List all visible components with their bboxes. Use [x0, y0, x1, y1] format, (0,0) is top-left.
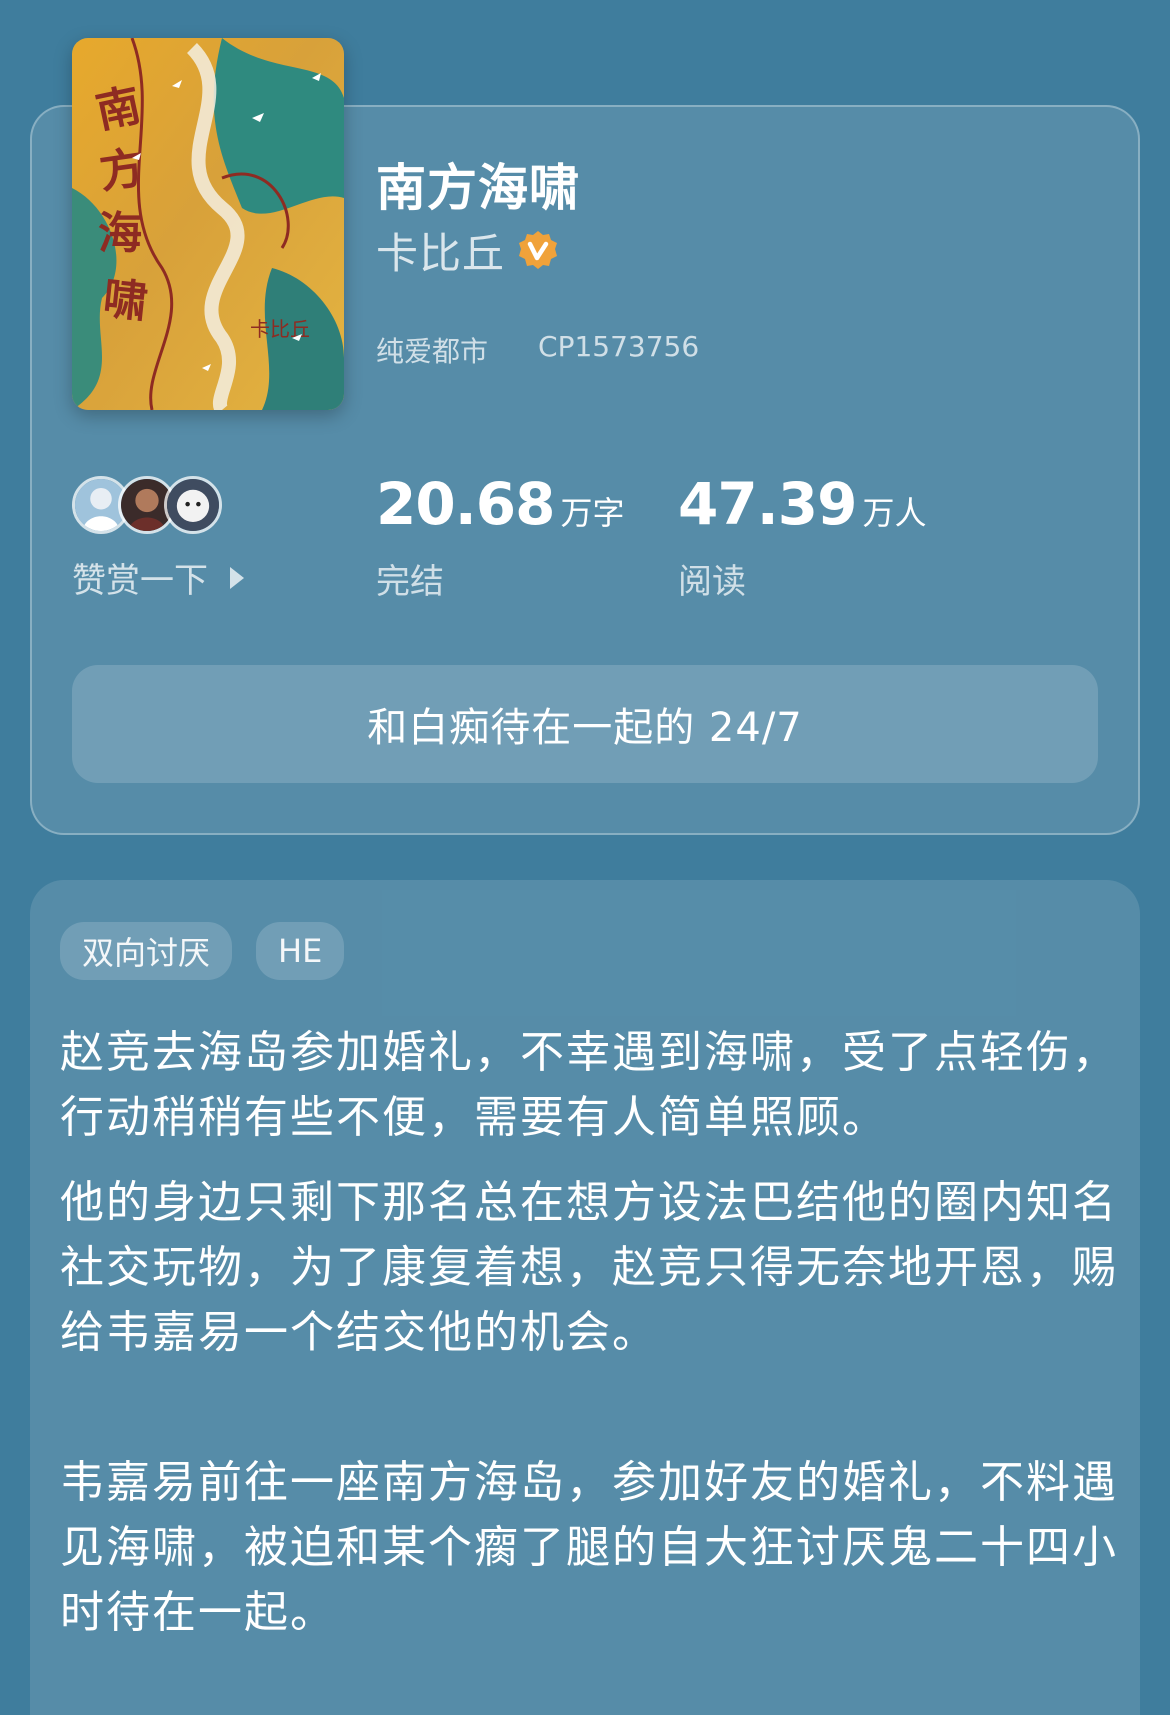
svg-text:海: 海 — [98, 208, 142, 259]
status-label: 完结 — [376, 562, 444, 602]
synopsis-card: 双向讨厌 HE 赵竞去海岛参加婚礼，不幸遇到海啸，受了点轻伤，行动稍稍有些不便，… — [30, 880, 1140, 1715]
tag-list: 双向讨厌 HE — [60, 922, 368, 980]
cp-code: CP1573756 — [538, 330, 700, 363]
book-meta: 纯爱都市 CP1573756 — [376, 330, 699, 370]
readers-stat: 47.39 万人 阅读 — [678, 470, 927, 602]
author-name[interactable]: 卡比丘 — [376, 220, 505, 281]
reward-avatars[interactable] — [72, 476, 232, 536]
synopsis-paragraph: 韦嘉易前往一座南方海岛，参加好友的婚礼，不料遇见海啸，被迫和某个瘸了腿的自大狂讨… — [60, 1457, 1118, 1638]
svg-text:啸: 啸 — [101, 273, 150, 328]
book-title: 南方海啸 — [376, 159, 580, 217]
verified-v-icon — [519, 231, 558, 269]
synopsis-paragraph: 赵竞去海岛参加婚礼，不幸遇到海啸，受了点轻伤，行动稍稍有些不便，需要有人简单照顾… — [60, 1027, 1118, 1143]
word-count-stat: 20.68 万字 完结 — [376, 470, 625, 602]
synopsis-text: 赵竞去海岛参加婚礼，不幸遇到海啸，受了点轻伤，行动稍稍有些不便，需要有人简单照顾… — [60, 1020, 1120, 1665]
svg-text:卡比丘: 卡比丘 — [250, 317, 310, 341]
avatar — [164, 476, 222, 534]
author-row[interactable]: 卡比丘 — [376, 224, 559, 278]
category-label[interactable]: 纯爱都市 — [376, 330, 488, 370]
readers-unit: 万人 — [862, 494, 927, 532]
reward-label: 赞赏一下 — [72, 561, 208, 601]
play-arrow-icon — [230, 566, 244, 589]
tagline-banner[interactable]: 和白痴待在一起的 24/7 — [72, 665, 1098, 783]
word-count: 20.68 — [376, 470, 555, 538]
readers-count: 47.39 — [678, 470, 857, 538]
readers-label: 阅读 — [678, 562, 746, 602]
book-cover-art-icon: 南 方 海 啸 卡比丘 — [72, 38, 344, 410]
synopsis-paragraph: 他的身边只剩下那名总在想方设法巴结他的圈内知名社交玩物，为了康复着想，赵竞只得无… — [60, 1177, 1118, 1358]
tag-chip[interactable]: HE — [256, 922, 345, 980]
book-cover[interactable]: 南 方 海 啸 卡比丘 — [72, 38, 344, 410]
word-unit: 万字 — [560, 494, 625, 532]
tag-chip[interactable]: 双向讨厌 — [60, 922, 233, 980]
book-detail-page: 南 方 海 啸 卡比丘 南方海啸 卡比丘 纯爱都市 CP1573756 赞赏一下… — [0, 0, 1170, 1715]
svg-text:方: 方 — [96, 142, 147, 199]
reward-button[interactable]: 赞赏一下 — [72, 553, 244, 602]
